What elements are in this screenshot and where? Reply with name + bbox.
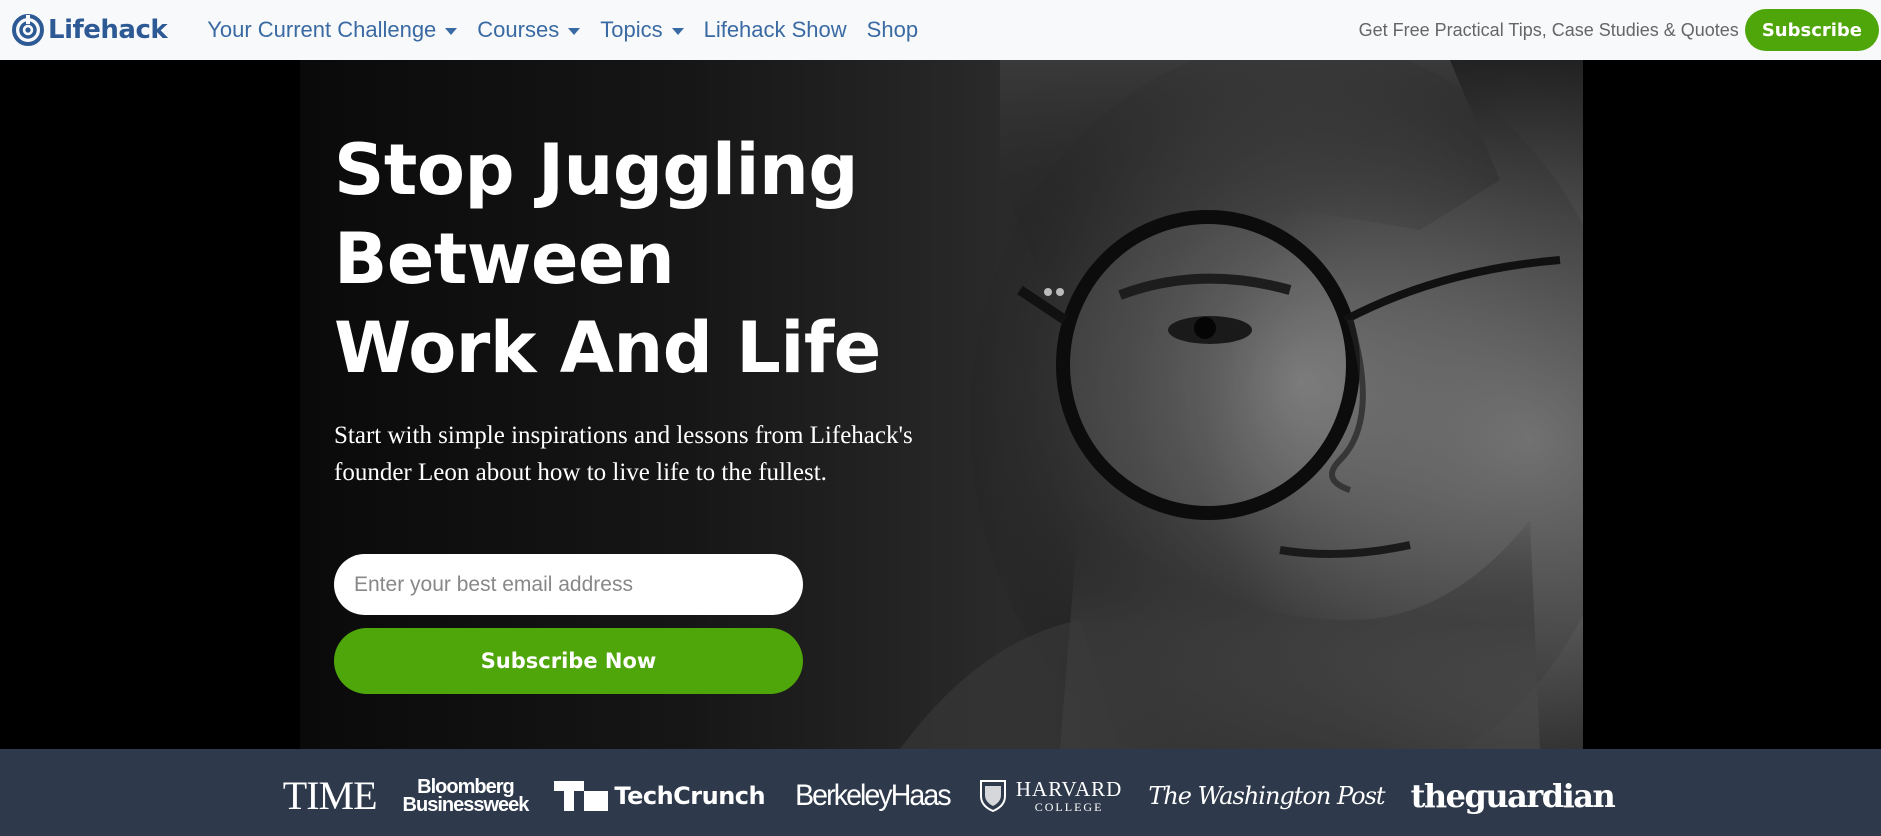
email-input[interactable] — [334, 554, 803, 615]
subscribe-now-button[interactable]: Subscribe Now — [334, 628, 803, 694]
nav-item-shop[interactable]: Shop — [857, 17, 928, 43]
press-logos-row: TIME Bloomberg Businessweek TechCrunch B… — [282, 772, 1616, 819]
hero-content: Stop Juggling Between Work And Life Star… — [334, 126, 954, 491]
chevron-down-icon — [671, 27, 684, 35]
nav-item-label: Lifehack Show — [703, 17, 847, 42]
nav-item-label: Shop — [866, 17, 919, 42]
main-nav: Your Current Challenge Courses Topics Li… — [197, 17, 928, 43]
washington-post-logo: The Washington Post — [1148, 781, 1385, 810]
lifehack-logo-icon — [12, 14, 44, 46]
businessweek-line: Businessweek — [402, 793, 530, 816]
bloomberg-businessweek-logo: Bloomberg Businessweek — [402, 775, 530, 816]
harvard-line: HARVARD — [1015, 776, 1123, 801]
nav-item-lifehack-show[interactable]: Lifehack Show — [694, 17, 857, 43]
nav-item-current-challenge[interactable]: Your Current Challenge — [197, 17, 467, 43]
guardian-logo: theguardian — [1410, 776, 1616, 815]
hero-section: Stop Juggling Between Work And Life Star… — [0, 60, 1881, 749]
brand-name: Lifehack — [48, 15, 168, 45]
hero-title-line: Stop Juggling — [334, 129, 858, 211]
harvard-text: HARVARD COLLEGE — [1016, 778, 1122, 814]
harvard-college-logo: HARVARD COLLEGE — [979, 778, 1122, 814]
nav-right: Get Free Practical Tips, Case Studies & … — [1359, 0, 1879, 60]
time-logo: TIME — [282, 773, 378, 818]
berkeley-haas-logo: BerkeleyHaas — [795, 778, 952, 812]
hero-title-line: Between — [334, 218, 675, 300]
press-logos-bar: TIME Bloomberg Businessweek TechCrunch B… — [0, 749, 1881, 836]
techcrunch-text: TechCrunch — [614, 781, 766, 810]
nav-item-label: Your Current Challenge — [207, 17, 437, 42]
top-navbar: Lifehack Your Current Challenge Courses … — [0, 0, 1881, 60]
lifehack-logo[interactable]: Lifehack — [12, 14, 168, 46]
techcrunch-mark-icon — [554, 780, 609, 811]
nav-item-topics[interactable]: Topics — [590, 17, 693, 43]
college-line: COLLEGE — [1034, 799, 1104, 814]
harvard-shield-icon — [979, 779, 1006, 812]
bloomberg-line: Bloomberg — [417, 775, 515, 798]
header-tagline: Get Free Practical Tips, Case Studies & … — [1358, 19, 1739, 40]
techcrunch-logo: TechCrunch — [554, 780, 766, 811]
nav-item-label: Courses — [477, 17, 560, 42]
chevron-down-icon — [445, 27, 458, 35]
nav-item-courses[interactable]: Courses — [467, 17, 590, 43]
nav-item-label: Topics — [600, 17, 663, 42]
chevron-down-icon — [568, 27, 581, 35]
hero-title-line: Work And Life — [334, 307, 881, 389]
hero-title: Stop Juggling Between Work And Life — [334, 126, 954, 393]
header-subscribe-button[interactable]: Subscribe — [1744, 9, 1879, 51]
hero-subtitle: Start with simple inspirations and lesso… — [334, 422, 913, 486]
